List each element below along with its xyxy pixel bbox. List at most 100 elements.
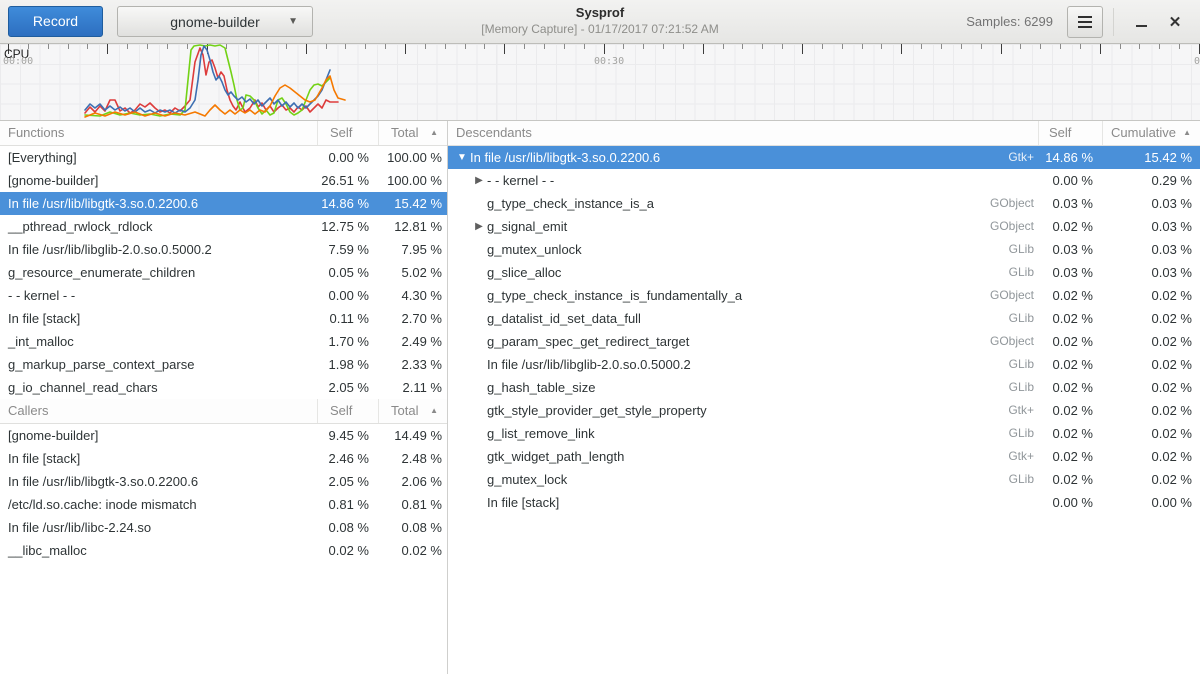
tree-indent <box>454 192 471 215</box>
cumulative-percent-cell: 0.02 % <box>1102 468 1200 491</box>
descendants-row[interactable]: gtk_widget_path_lengthGtk+0.02 %0.02 % <box>448 445 1200 468</box>
expander-closed-icon[interactable]: ▶ <box>471 169 487 192</box>
self-percent-cell: 0.02 % <box>1038 468 1102 491</box>
tree-indent <box>454 491 471 514</box>
functions-row[interactable]: g_io_channel_read_chars2.05 %2.11 % <box>0 376 447 399</box>
descendants-row[interactable]: In file /usr/lib/libglib-2.0.so.0.5000.2… <box>448 353 1200 376</box>
cpu-timeline-graph[interactable]: CPU 00:0000:3001:00 <box>0 44 1200 121</box>
minimize-button[interactable] <box>1124 5 1158 39</box>
library-badge: GLib <box>980 353 1038 376</box>
descendants-row[interactable]: ▶g_signal_emitGObject0.02 %0.03 % <box>448 215 1200 238</box>
callers-row[interactable]: In file /usr/lib/libc-2.24.so0.08 %0.08 … <box>0 516 447 539</box>
callers-row[interactable]: In file [stack]2.46 %2.48 % <box>0 447 447 470</box>
descendant-name-text: g_param_spec_get_redirect_target <box>487 330 980 353</box>
descendants-tree: ▼In file /usr/lib/libgtk-3.so.0.2200.6Gt… <box>448 146 1200 514</box>
hamburger-icon <box>1078 16 1092 18</box>
functions-row[interactable]: _int_malloc1.70 %2.49 % <box>0 330 447 353</box>
left-pane: Functions Self Total▲ [Everything]0.00 %… <box>0 121 448 674</box>
expander-spacer <box>471 445 487 468</box>
descendants-row[interactable]: g_slice_allocGLib0.03 %0.03 % <box>448 261 1200 284</box>
minimize-icon <box>1136 25 1147 27</box>
descendant-name-cell: g_list_remove_linkGLib <box>448 422 1038 445</box>
titlebar: Record gnome-builder ▼ Sysprof [Memory C… <box>0 0 1200 44</box>
sort-ascending-icon: ▲ <box>430 399 438 423</box>
self-percent-cell: 0.02 % <box>1038 215 1102 238</box>
titlebar-separator <box>1113 8 1114 36</box>
library-badge <box>980 169 1038 192</box>
functions-row[interactable]: g_markup_parse_context_parse1.98 %2.33 % <box>0 353 447 376</box>
total-percent-cell: 14.49 % <box>378 424 447 447</box>
close-button[interactable]: ✕ <box>1158 5 1192 39</box>
functions-total-column-header[interactable]: Total▲ <box>378 121 447 145</box>
descendants-row[interactable]: g_datalist_id_set_data_fullGLib0.02 %0.0… <box>448 307 1200 330</box>
functions-row[interactable]: - - kernel - -0.00 %4.30 % <box>0 284 447 307</box>
total-percent-cell: 100.00 % <box>378 169 447 192</box>
function-name-cell: In file [stack] <box>0 447 317 470</box>
descendants-column-header[interactable]: Descendants <box>448 121 1038 145</box>
descendant-name-text: g_slice_alloc <box>487 261 980 284</box>
self-percent-cell: 12.75 % <box>317 215 378 238</box>
cumulative-percent-cell: 0.03 % <box>1102 261 1200 284</box>
functions-row[interactable]: [Everything]0.00 %100.00 % <box>0 146 447 169</box>
record-button[interactable]: Record <box>8 6 103 37</box>
library-badge: GObject <box>980 330 1038 353</box>
cumulative-percent-cell: 0.02 % <box>1102 422 1200 445</box>
self-percent-cell: 7.59 % <box>317 238 378 261</box>
descendants-row[interactable]: g_type_check_instance_is_aGObject0.03 %0… <box>448 192 1200 215</box>
functions-row[interactable]: __pthread_rwlock_rdlock12.75 %12.81 % <box>0 215 447 238</box>
self-percent-cell: 2.46 % <box>317 447 378 470</box>
expander-spacer <box>471 284 487 307</box>
descendants-cumulative-column-header[interactable]: Cumulative▲ <box>1102 121 1200 145</box>
expander-open-icon[interactable]: ▼ <box>454 146 470 169</box>
descendants-row[interactable]: g_param_spec_get_redirect_targetGObject0… <box>448 330 1200 353</box>
functions-row[interactable]: [gnome-builder]26.51 %100.00 % <box>0 169 447 192</box>
tree-indent <box>454 261 471 284</box>
chevron-down-icon: ▼ <box>288 16 298 27</box>
self-percent-cell: 0.02 % <box>1038 376 1102 399</box>
callers-row[interactable]: In file /usr/lib/libgtk-3.so.0.2200.62.0… <box>0 470 447 493</box>
descendant-name-text: g_mutex_unlock <box>487 238 980 261</box>
descendants-row[interactable]: g_list_remove_linkGLib0.02 %0.02 % <box>448 422 1200 445</box>
library-badge: GLib <box>980 376 1038 399</box>
callers-total-column-header[interactable]: Total▲ <box>378 399 447 423</box>
time-label: 00:30 <box>594 56 624 67</box>
descendants-row[interactable]: gtk_style_provider_get_style_propertyGtk… <box>448 399 1200 422</box>
left-pane-empty-area <box>0 562 447 674</box>
callers-row[interactable]: /etc/ld.so.cache: inode mismatch0.81 %0.… <box>0 493 447 516</box>
descendants-row[interactable]: ▶- - kernel - -0.00 %0.29 % <box>448 169 1200 192</box>
functions-row[interactable]: g_resource_enumerate_children0.05 %5.02 … <box>0 261 447 284</box>
cpu-blue-line <box>85 46 330 113</box>
descendants-self-column-header[interactable]: Self <box>1038 121 1102 145</box>
tree-indent <box>454 307 471 330</box>
functions-self-column-header[interactable]: Self <box>317 121 378 145</box>
function-name-cell: In file /usr/lib/libgtk-3.so.0.2200.6 <box>0 470 317 493</box>
self-percent-cell: 0.05 % <box>317 261 378 284</box>
descendants-row[interactable]: g_type_check_instance_is_fundamentally_a… <box>448 284 1200 307</box>
target-process-value: gnome-builder <box>170 14 260 30</box>
expander-closed-icon[interactable]: ▶ <box>471 215 487 238</box>
callers-row[interactable]: [gnome-builder]9.45 %14.49 % <box>0 424 447 447</box>
total-percent-cell: 0.81 % <box>378 493 447 516</box>
tree-indent <box>454 422 471 445</box>
descendants-row[interactable]: In file [stack]0.00 %0.00 % <box>448 491 1200 514</box>
callers-column-header[interactable]: Callers <box>0 399 317 423</box>
functions-header-row: Functions Self Total▲ <box>0 121 447 146</box>
functions-row[interactable]: In file /usr/lib/libgtk-3.so.0.2200.614.… <box>0 192 447 215</box>
descendants-row[interactable]: g_mutex_unlockGLib0.03 %0.03 % <box>448 238 1200 261</box>
functions-row[interactable]: In file /usr/lib/libglib-2.0.so.0.5000.2… <box>0 238 447 261</box>
function-name-cell: - - kernel - - <box>0 284 317 307</box>
hamburger-menu-button[interactable] <box>1067 6 1103 38</box>
cumulative-percent-cell: 0.02 % <box>1102 284 1200 307</box>
target-process-dropdown[interactable]: gnome-builder ▼ <box>117 6 313 37</box>
cumulative-percent-cell: 0.29 % <box>1102 169 1200 192</box>
functions-column-header[interactable]: Functions <box>0 121 317 145</box>
descendants-row[interactable]: g_hash_table_sizeGLib0.02 %0.02 % <box>448 376 1200 399</box>
callers-self-column-header[interactable]: Self <box>317 399 378 423</box>
function-name-cell: g_io_channel_read_chars <box>0 376 317 399</box>
descendants-row[interactable]: g_mutex_lockGLib0.02 %0.02 % <box>448 468 1200 491</box>
self-percent-cell: 0.02 % <box>317 539 378 562</box>
callers-row[interactable]: __libc_malloc0.02 %0.02 % <box>0 539 447 562</box>
descendants-row[interactable]: ▼In file /usr/lib/libgtk-3.so.0.2200.6Gt… <box>448 146 1200 169</box>
functions-row[interactable]: In file [stack]0.11 %2.70 % <box>0 307 447 330</box>
descendant-name-text: gtk_widget_path_length <box>487 445 980 468</box>
